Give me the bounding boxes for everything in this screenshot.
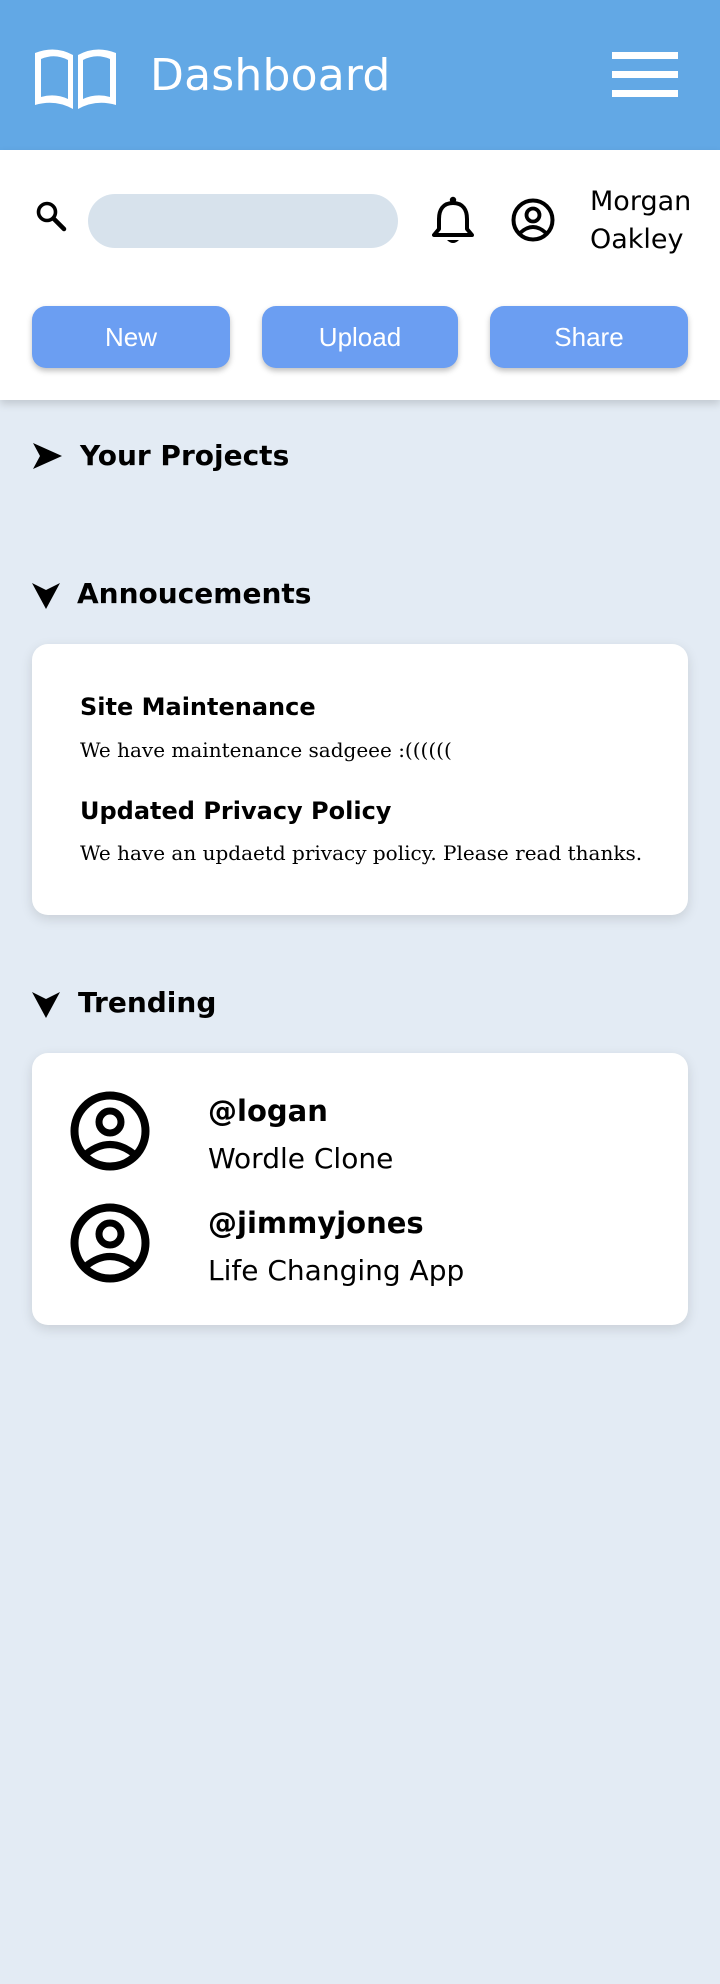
your-projects-toggle[interactable]: Your Projects bbox=[32, 436, 332, 476]
trending-item[interactable]: @jimmyjones Life Changing App bbox=[70, 1203, 650, 1293]
avatar-icon bbox=[70, 1203, 150, 1283]
announcement-title: Updated Privacy Policy bbox=[80, 797, 392, 825]
caret-down-icon bbox=[32, 992, 60, 1018]
your-projects-title: Your Projects bbox=[80, 439, 290, 472]
trending-user-handle[interactable]: @jimmyjones bbox=[208, 1203, 424, 1243]
user-name: Morgan Oakley bbox=[590, 183, 710, 259]
user-first-name: Morgan bbox=[590, 186, 692, 217]
share-button[interactable]: Share bbox=[490, 306, 688, 368]
trending-title: Trending bbox=[78, 986, 217, 1019]
trending-toggle[interactable]: Trending bbox=[32, 983, 332, 1023]
avatar-icon bbox=[70, 1091, 150, 1171]
search-icon[interactable] bbox=[35, 200, 67, 232]
announcement-body: We have an updaetd privacy policy. Pleas… bbox=[80, 841, 643, 865]
open-book-icon bbox=[35, 49, 116, 109]
announcement-body: We have maintenance sadgeee :(((((( bbox=[80, 738, 452, 762]
bell-icon[interactable] bbox=[432, 196, 474, 246]
announcements-title: Annoucements bbox=[77, 577, 312, 610]
search-input[interactable] bbox=[88, 194, 398, 248]
trending-card: @logan Wordle Clone @jimmyjones Life Cha… bbox=[32, 1053, 688, 1325]
announcements-card: Site Maintenance We have maintenance sad… bbox=[32, 644, 688, 915]
account-circle-icon[interactable] bbox=[511, 198, 555, 242]
trending-project-name[interactable]: Wordle Clone bbox=[208, 1139, 393, 1179]
hamburger-menu-button[interactable] bbox=[612, 52, 678, 98]
hamburger-menu-icon bbox=[612, 52, 678, 59]
trending-user-handle[interactable]: @logan bbox=[208, 1091, 328, 1131]
menu-line bbox=[612, 90, 678, 97]
caret-down-icon bbox=[32, 583, 60, 609]
new-button[interactable]: New bbox=[32, 306, 230, 368]
upload-button[interactable]: Upload bbox=[262, 306, 458, 368]
trending-item[interactable]: @logan Wordle Clone bbox=[70, 1091, 650, 1181]
trending-project-name[interactable]: Life Changing App bbox=[208, 1251, 464, 1291]
caret-right-icon bbox=[33, 443, 62, 469]
user-last-name: Oakley bbox=[590, 224, 684, 255]
menu-line bbox=[612, 71, 678, 78]
announcements-toggle[interactable]: Annoucements bbox=[32, 574, 332, 614]
app-header: Dashboard bbox=[0, 0, 720, 150]
app-title: Dashboard bbox=[150, 50, 391, 101]
announcement-title: Site Maintenance bbox=[80, 693, 316, 721]
